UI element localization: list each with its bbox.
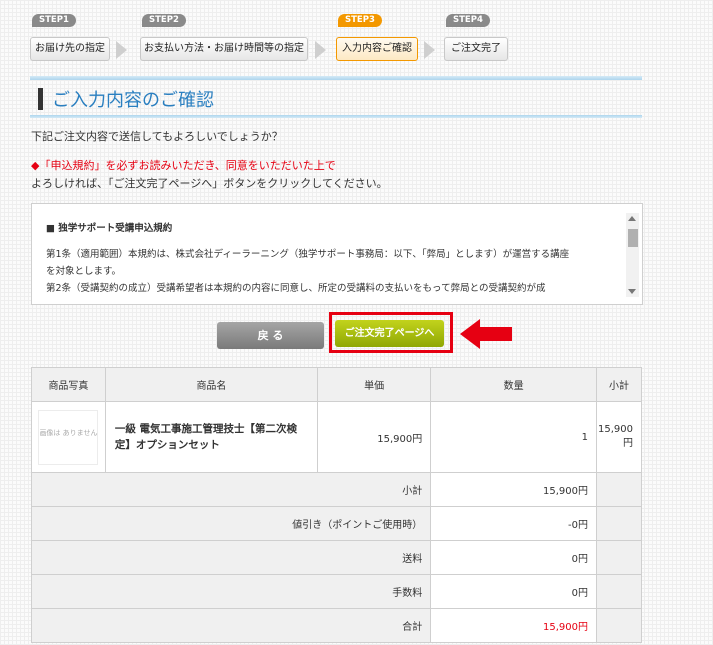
total-value: 15,900円 [430, 608, 597, 643]
terms-scrollbar[interactable] [626, 213, 639, 297]
step-1-label: お届け先の指定 [30, 37, 110, 61]
product-price: 15,900円 [317, 401, 432, 473]
summary-row: 手数料 0円 [30, 574, 642, 609]
summary-label: 手数料 [30, 574, 432, 609]
col-header-subtotal: 小計 [596, 367, 642, 402]
col-header-photo: 商品写真 [31, 367, 106, 402]
summary-label: 合計 [30, 608, 432, 643]
col-header-name: 商品名 [104, 367, 319, 402]
step-arrow-icon [424, 41, 435, 59]
summary-empty [596, 574, 642, 609]
summary-empty [596, 608, 642, 643]
title-divider [30, 76, 642, 80]
summary-row: 送料 0円 [30, 540, 642, 575]
summary-row: 合計 15,900円 [30, 608, 642, 643]
scroll-up-icon[interactable] [628, 216, 636, 221]
page-title: ご入力内容のご確認 [30, 85, 642, 113]
scroll-down-icon[interactable] [628, 289, 636, 294]
terms-line: を対象とします。 [46, 266, 122, 277]
scroll-thumb[interactable] [628, 229, 638, 247]
summary-label: 送料 [30, 540, 432, 575]
product-name: 一級 電気工事施工管理技士【第二次検定】オプションセット [114, 423, 298, 451]
table-header-row: 商品写真 商品名 単価 数量 小計 [31, 367, 642, 402]
summary-value: -0円 [430, 506, 597, 541]
step-2-tag: STEP2 [142, 14, 186, 27]
terms-line: 第1条（適用範囲）本規約は、株式会社ディーラーニング（独学サポート事務局：以下、… [46, 249, 570, 260]
terms-line: 第2条（受講契約の成立）受講希望者は本規約の内容に同意し、所定の受講料の支払いを… [46, 283, 546, 294]
step-arrow-icon [116, 41, 127, 59]
confirm-message: 下記ご注文内容で送信してもよろしいでしょうか？ [31, 130, 283, 143]
step-4-label: ご注文完了 [444, 37, 508, 61]
page-title-text: ご入力内容のご確認 [52, 90, 214, 111]
step-arrow-icon [315, 41, 326, 59]
order-table: 商品写真 商品名 単価 数量 小計 画像は ありません 一級 電気工事施工管理技… [30, 367, 642, 643]
summary-value: 15,900円 [430, 472, 597, 507]
step-3-tag: STEP3 [338, 14, 382, 27]
product-qty: 1 [430, 401, 597, 473]
summary-value: 0円 [430, 574, 597, 609]
title-marker [38, 88, 43, 110]
step-3-label: 入力内容ご確認 [336, 37, 418, 61]
summary-empty [596, 472, 642, 507]
terms-box[interactable]: ■ 独学サポート受講申込規約 第1条（適用範囲）本規約は、株式会社ディーラーニン… [31, 203, 643, 305]
step-4-tag: STEP4 [446, 14, 490, 27]
col-header-price: 単価 [317, 367, 432, 402]
terms-notice: ◆「申込規約」を必ずお読みいただき、同意をいただいた上で [31, 159, 336, 172]
table-row: 画像は ありません 一級 電気工事施工管理技士【第二次検定】オプションセット 1… [31, 401, 642, 473]
summary-empty [596, 540, 642, 575]
complete-order-button[interactable]: ご注文完了ページへ [335, 320, 444, 347]
step-1-tag: STEP1 [32, 14, 76, 27]
title-divider [30, 115, 642, 118]
product-photo-cell: 画像は ありません [31, 401, 106, 473]
summary-empty [596, 506, 642, 541]
summary-row: 小計 15,900円 [30, 472, 642, 507]
terms-heading: ■ 独学サポート受講申込規約 [46, 223, 173, 234]
product-subtotal: 15,900円 [596, 401, 642, 473]
summary-label: 値引き（ポイントご使用時） [30, 506, 432, 541]
col-header-qty: 数量 [430, 367, 597, 402]
product-photo: 画像は ありません [38, 409, 99, 465]
summary-value: 0円 [430, 540, 597, 575]
summary-row: 値引き（ポイントご使用時） -0円 [30, 506, 642, 541]
summary-label: 小計 [30, 472, 432, 507]
pointer-arrow-icon [460, 319, 512, 349]
back-button[interactable]: 戻 る [217, 322, 324, 349]
product-name-cell: 一級 電気工事施工管理技士【第二次検定】オプションセット [104, 401, 319, 473]
step-2-label: お支払い方法・お届け時間等の指定 [140, 37, 308, 61]
instruction-text: よろしければ、「ご注文完了ページへ」ボタンをクリックしてください。 [31, 177, 388, 190]
step-progress: STEP1 お届け先の指定 STEP2 お支払い方法・お届け時間等の指定 STE… [30, 10, 650, 62]
